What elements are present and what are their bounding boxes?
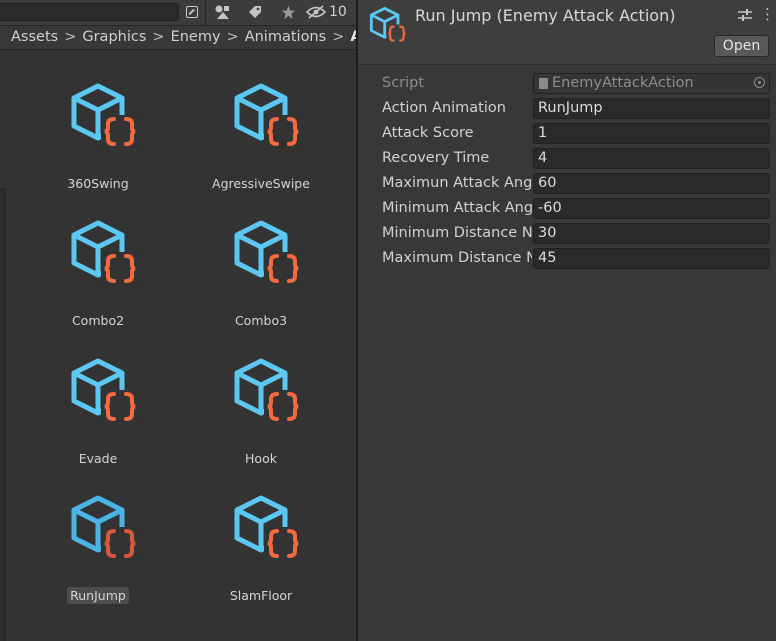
field-row: Minimum Distance N 30 (358, 222, 776, 245)
object-picker-icon[interactable] (754, 77, 765, 88)
field-row: Action Animation RunJump (358, 97, 776, 120)
action-animation-field[interactable]: RunJump (533, 98, 770, 119)
inspector-title: Run Jump (Enemy Attack Action) (415, 6, 676, 25)
hidden-count: 10 (329, 4, 347, 20)
search-input[interactable] (0, 3, 179, 21)
field-label: Maximum Distance N (382, 250, 532, 266)
recovery-time-field[interactable]: 4 (533, 148, 770, 169)
breadcrumb-animations[interactable]: Animations (245, 29, 326, 45)
inspector-header: Run Jump (Enemy Attack Action) ⋮ Open (358, 0, 776, 65)
scriptable-object-icon (369, 6, 408, 43)
open-button[interactable]: Open (714, 35, 769, 57)
asset-item[interactable]: Hook (186, 357, 336, 477)
field-label: Script (382, 75, 425, 91)
folder-tree-edge (0, 188, 6, 641)
breadcrumb-separator: > (152, 29, 165, 45)
star-icon (281, 5, 295, 19)
breadcrumb-separator: > (64, 29, 77, 45)
asset-label: SlamFloor (229, 588, 293, 603)
asset-label: 360Swing (67, 176, 129, 191)
type-filter-button[interactable] (209, 1, 235, 23)
breadcrumb-separator: > (226, 29, 239, 45)
asset-item-selected[interactable]: RunJump (23, 494, 173, 614)
scriptable-object-icon (234, 83, 302, 148)
field-row: Attack Score 1 (358, 122, 776, 145)
project-browser: 10 Assets>Graphics>Enemy>Animations>At 3… (0, 0, 356, 641)
search-mode-button[interactable] (182, 1, 202, 23)
asset-item[interactable]: Combo3 (186, 219, 336, 339)
min-attack-angle-field[interactable]: -60 (533, 198, 770, 219)
script-field[interactable]: EnemyAttackAction (533, 73, 770, 94)
field-row: Maximum Distance N 45 (358, 247, 776, 270)
asset-item[interactable]: AgressiveSwipe (186, 82, 336, 202)
asset-item[interactable]: 360Swing (23, 82, 173, 202)
search-mode-icon (186, 6, 198, 18)
breadcrumb-graphics[interactable]: Graphics (82, 29, 146, 45)
toolbar-divider (205, 0, 206, 25)
kebab-menu-icon[interactable]: ⋮ (760, 6, 775, 24)
field-label: Minimum Distance N (382, 225, 532, 241)
max-attack-angle-field[interactable]: 60 (533, 173, 770, 194)
asset-item[interactable]: Combo2 (23, 219, 173, 339)
field-label: Maximun Attack Ang (382, 175, 532, 191)
scriptable-object-icon (234, 220, 302, 285)
scriptable-object-icon (71, 220, 139, 285)
scriptable-object-icon (234, 358, 302, 423)
asset-item[interactable]: Evade (23, 357, 173, 477)
scriptable-object-icon (71, 358, 139, 423)
field-label: Action Animation (382, 100, 506, 116)
preset-icon[interactable] (737, 7, 753, 23)
asset-label: Combo2 (71, 313, 125, 328)
field-label: Minimum Attack Ang (382, 200, 532, 216)
favorite-filter-button[interactable] (275, 1, 301, 23)
scriptable-object-icon (234, 495, 302, 560)
breadcrumb-separator: > (332, 29, 345, 45)
hidden-packages-button[interactable]: 10 (306, 1, 354, 23)
script-file-icon (539, 78, 548, 89)
field-row: Maximun Attack Ang 60 (358, 172, 776, 195)
scriptable-object-icon (71, 83, 139, 148)
min-distance-field[interactable]: 30 (533, 223, 770, 244)
hidden-eye-icon (306, 5, 326, 19)
attack-score-field[interactable]: 1 (533, 123, 770, 144)
field-label: Recovery Time (382, 150, 490, 166)
script-row: Script EnemyAttackAction (358, 72, 776, 95)
field-row: Minimum Attack Ang -60 (358, 197, 776, 220)
asset-label: RunJump (23, 587, 173, 604)
breadcrumb-assets[interactable]: Assets (11, 29, 58, 45)
asset-label: Hook (245, 451, 277, 466)
project-toolbar: 10 (0, 0, 356, 26)
asset-label: Combo3 (234, 313, 288, 328)
script-name: EnemyAttackAction (552, 75, 694, 91)
label-filter-icon (249, 6, 261, 18)
type-filter-icon (215, 5, 229, 19)
breadcrumb: Assets>Graphics>Enemy>Animations>At (0, 26, 356, 50)
scriptable-object-icon (71, 495, 139, 560)
asset-label: AgressiveSwipe (212, 176, 310, 191)
breadcrumb-enemy[interactable]: Enemy (171, 29, 221, 45)
label-filter-button[interactable] (242, 1, 268, 23)
inspector-panel: Run Jump (Enemy Attack Action) ⋮ Open Sc… (358, 0, 776, 641)
field-row: Recovery Time 4 (358, 147, 776, 170)
asset-label: Evade (78, 451, 118, 466)
field-label: Attack Score (382, 125, 474, 141)
max-distance-field[interactable]: 45 (533, 248, 770, 269)
asset-item[interactable]: SlamFloor (186, 494, 336, 614)
